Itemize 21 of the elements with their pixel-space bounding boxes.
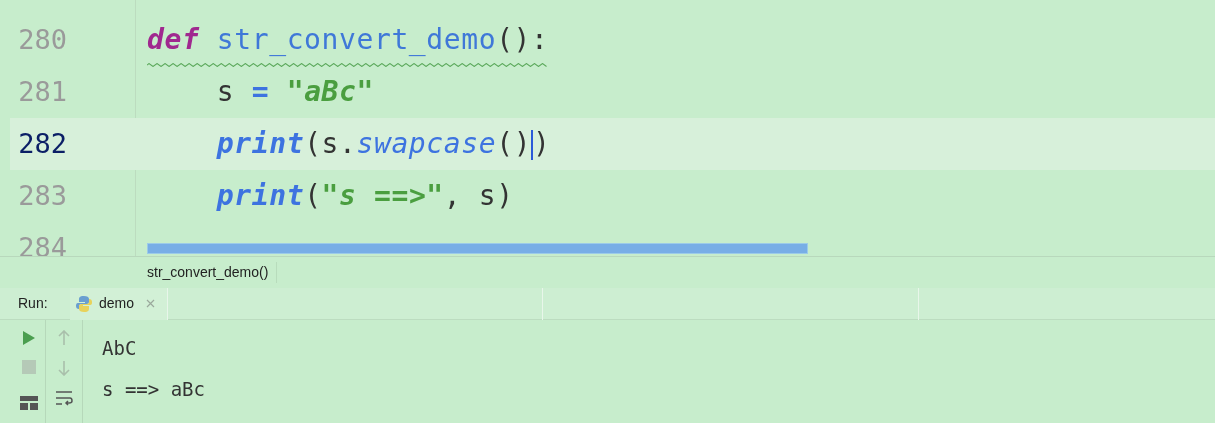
up-arrow-icon[interactable] [58, 330, 70, 346]
python-icon [75, 294, 93, 313]
code-line: def str_convert_demo(): [147, 23, 549, 56]
code-line: print(s.swapcase()) [215, 127, 551, 160]
stop-icon[interactable] [21, 360, 36, 374]
line-number: 283 [17, 178, 67, 213]
console-output-line: AbC [102, 336, 138, 361]
line-number: 281 [17, 74, 67, 109]
down-arrow-icon[interactable] [58, 360, 70, 376]
line-number: 280 [17, 22, 67, 57]
run-tab[interactable]: demo [70, 287, 169, 320]
layout-icon[interactable] [19, 396, 38, 410]
close-icon[interactable] [146, 299, 156, 308]
line-number: 282 [17, 126, 67, 161]
breadcrumb[interactable]: str_convert_demo() [147, 262, 278, 283]
code-line: s = "aBc" [215, 75, 374, 108]
console-output-line: s ==> aBc [102, 376, 205, 402]
soft-wrap-icon[interactable] [55, 390, 73, 406]
run-label: Run: [18, 294, 49, 313]
code-line: print("s ==>", s) [215, 179, 514, 212]
run-icon[interactable] [21, 330, 36, 346]
